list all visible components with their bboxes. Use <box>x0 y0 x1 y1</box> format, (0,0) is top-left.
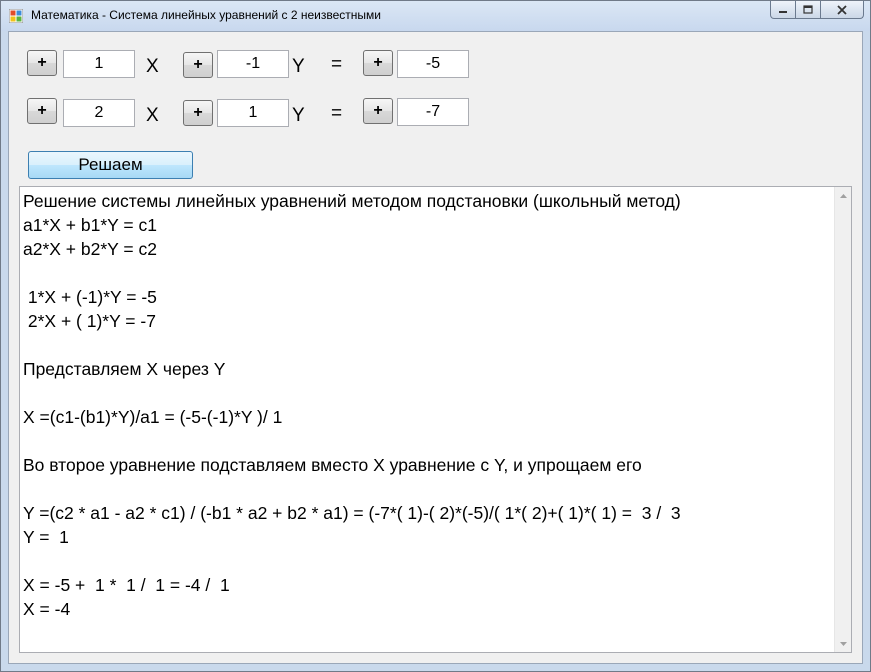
close-icon <box>837 4 847 15</box>
row1-a-sign-button[interactable]: + <box>27 50 57 76</box>
row1-c-sign-button[interactable]: + <box>363 50 393 76</box>
output-line: X = -5 + 1 * 1 / 1 = -4 / 1 <box>23 575 230 595</box>
output-line: Y = 1 <box>23 527 69 547</box>
row1-y-label: Y <box>292 56 305 77</box>
row2-a-input[interactable]: 2 <box>63 99 135 127</box>
row1-c-input[interactable]: -5 <box>397 50 469 78</box>
solution-output-text: Решение системы линейных уравнений метод… <box>23 189 831 621</box>
output-line: Представляем X через Y <box>23 359 226 379</box>
app-icon <box>9 9 23 23</box>
output-line: Y =(c2 * a1 - a2 * c1) / (-b1 * a2 + b2 … <box>23 503 681 523</box>
row2-b-sign-button[interactable]: + <box>183 100 213 126</box>
form-client-area: + 1 X + -1 Y = + -5 + 2 X + 1 Y = + -7 Р… <box>8 31 863 664</box>
output-line: Во второе уравнение подставляем вместо X… <box>23 455 642 475</box>
minimize-button[interactable] <box>770 1 796 19</box>
output-line: X =(c1-(b1)*Y)/a1 = (-5-(-1)*Y )/ 1 <box>23 407 283 427</box>
solution-output-textarea[interactable]: Решение системы линейных уравнений метод… <box>19 186 852 653</box>
row2-y-label: Y <box>292 105 305 126</box>
minimize-icon <box>779 10 787 13</box>
row1-x-label: X <box>146 56 159 77</box>
maximize-icon <box>803 5 813 14</box>
output-line: a1*X + b1*Y = c1 <box>23 215 157 235</box>
row2-a-sign-button[interactable]: + <box>27 98 57 124</box>
solve-button[interactable]: Решаем <box>28 151 193 179</box>
output-line: Решение системы линейных уравнений метод… <box>23 191 681 211</box>
output-line: 2*X + ( 1)*Y = -7 <box>23 311 156 331</box>
window-title: Математика - Система линейных уравнений … <box>31 8 381 22</box>
close-button[interactable] <box>820 1 864 19</box>
scroll-up-button[interactable] <box>835 187 851 204</box>
row2-equals-label: = <box>331 103 343 124</box>
row1-b-input[interactable]: -1 <box>217 50 289 78</box>
scroll-down-button[interactable] <box>835 635 851 652</box>
output-line: a2*X + b2*Y = c2 <box>23 239 157 259</box>
scroll-up-icon <box>839 193 847 198</box>
output-line: X = -4 <box>23 599 71 619</box>
output-line: 1*X + (-1)*Y = -5 <box>23 287 157 307</box>
row2-b-input[interactable]: 1 <box>217 99 289 127</box>
row2-c-sign-button[interactable]: + <box>363 98 393 124</box>
maximize-button[interactable] <box>795 1 821 19</box>
row2-x-label: X <box>146 105 159 126</box>
scroll-down-icon <box>839 641 847 646</box>
row1-equals-label: = <box>331 54 343 75</box>
row2-c-input[interactable]: -7 <box>397 98 469 126</box>
app-window: Математика - Система линейных уравнений … <box>0 0 871 672</box>
vertical-scrollbar[interactable] <box>834 187 851 652</box>
window-controls <box>770 1 864 21</box>
row1-b-sign-button[interactable]: + <box>183 52 213 78</box>
title-bar[interactable]: Математика - Система линейных уравнений … <box>1 1 870 31</box>
row1-a-input[interactable]: 1 <box>63 50 135 78</box>
